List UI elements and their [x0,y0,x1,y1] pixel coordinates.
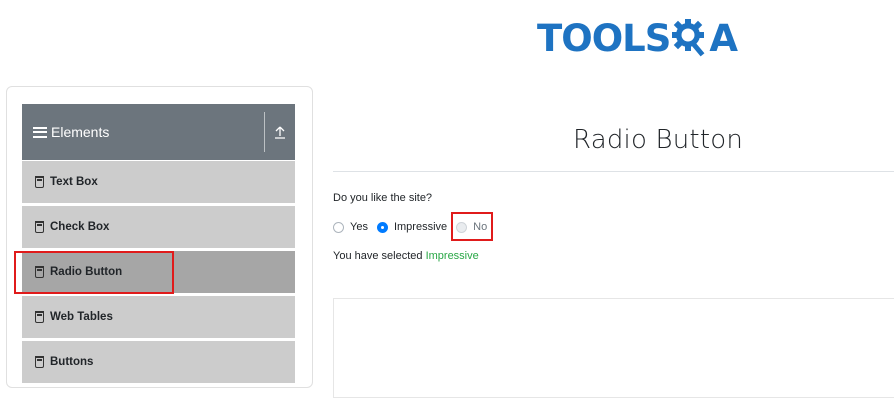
sidebar-item-label: Check Box [50,221,110,233]
form-icon [35,221,44,233]
logo-text-right: A [709,16,738,60]
form-icon [35,356,44,368]
group-label: Elements [51,124,110,140]
selection-result: You have selected Impressive [333,250,479,262]
sidebar-item-check-box[interactable]: Check Box [22,205,295,248]
result-value: Impressive [425,250,479,262]
radio-option-impressive[interactable]: Impressive [376,221,447,233]
toolsqa-logo[interactable]: TOOLS A [537,14,738,62]
title-divider [333,171,894,172]
hamburger-icon [33,126,47,138]
logo-text-left: TOOLS [537,16,671,60]
result-prefix: You have selected [333,250,423,262]
elements-group-header[interactable]: Elements [22,104,295,160]
gear-magnifier-icon [672,19,705,57]
radio-yes[interactable] [333,221,344,233]
sidebar-item-label: Text Box [50,176,98,188]
upload-arrow-icon [275,126,285,139]
content-frame [333,298,894,398]
form-icon [35,311,44,323]
sidebar-item-label: Web Tables [50,311,113,323]
highlight-box-radio-button-item [14,251,174,294]
radio-impressive-label[interactable]: Impressive [394,221,447,233]
sidebar-item-text-box[interactable]: Text Box [22,160,295,203]
radio-yes-label[interactable]: Yes [350,221,368,233]
radio-impressive[interactable] [376,221,388,233]
sidebar-item-web-tables[interactable]: Web Tables [22,295,295,338]
question-text: Do you like the site? [333,192,433,204]
highlight-box-no-option [451,212,493,241]
collapse-toggle-button[interactable] [264,112,295,152]
sidebar-item-label: Buttons [50,356,94,368]
sidebar-item-buttons[interactable]: Buttons [22,340,295,383]
radio-option-yes[interactable]: Yes [333,221,368,233]
form-icon [35,176,44,188]
page-title: Radio Button [573,125,744,155]
